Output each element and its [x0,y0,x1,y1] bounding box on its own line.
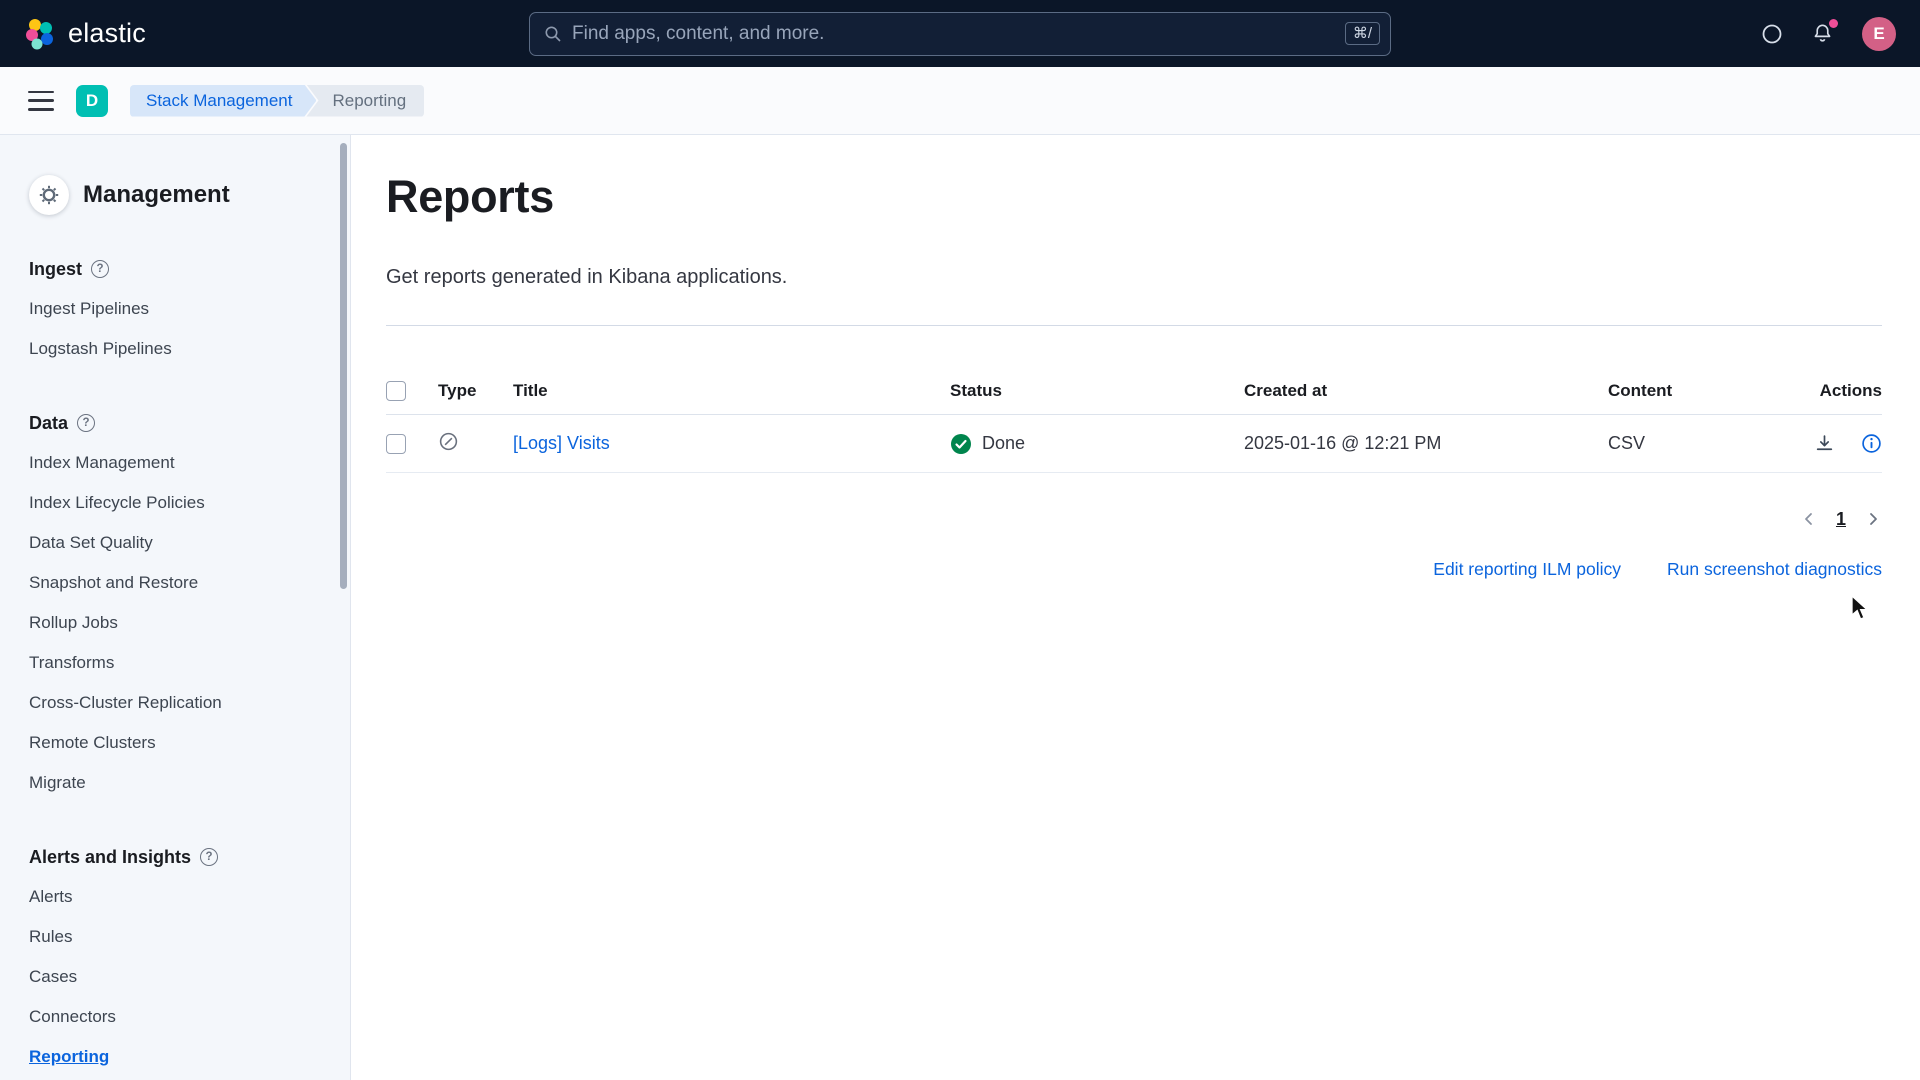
sidebar-item-cross-cluster-replication[interactable]: Cross-Cluster Replication [29,683,326,723]
divider [386,325,1882,326]
sidebar-item-ingest-pipelines[interactable]: Ingest Pipelines [29,289,326,329]
sidebar-item-reporting[interactable]: Reporting [29,1037,326,1077]
reports-page: Reports Get reports generated in Kibana … [351,135,1920,1080]
global-header: elastic ⌘/ E [0,0,1920,67]
sidebar-item-remote-clusters[interactable]: Remote Clusters [29,723,326,763]
search-shortcut-badge: ⌘/ [1345,22,1380,45]
column-header-status[interactable]: Status [950,381,1244,401]
sidebar-item-cases[interactable]: Cases [29,957,326,997]
next-page-icon[interactable] [1864,510,1882,528]
edit-ilm-policy-link[interactable]: Edit reporting ILM policy [1433,557,1621,581]
row-checkbox[interactable] [386,434,406,454]
info-icon[interactable] [1861,433,1882,454]
sidebar-item-data-set-quality[interactable]: Data Set Quality [29,523,326,563]
sidebar-item-index-management[interactable]: Index Management [29,443,326,483]
page-subtitle: Get reports generated in Kibana applicat… [386,265,1882,289]
sidebar-item-migrate[interactable]: Migrate [29,763,326,803]
home-link[interactable]: elastic [24,18,146,50]
column-header-actions: Actions [1798,381,1882,401]
pagination: 1 [386,501,1882,537]
reports-table: Type Title Status Created at Content Act… [386,367,1882,473]
previous-page-icon[interactable] [1800,510,1818,528]
help-icon[interactable]: ? [200,848,218,866]
help-icon[interactable]: ? [91,260,109,278]
breadcrumb-bar: D Stack Management Reporting [0,67,1920,135]
elastic-logo-icon [24,18,56,50]
sidebar-item-snapshot-and-restore[interactable]: Snapshot and Restore [29,563,326,603]
status-done-icon [950,433,972,455]
global-search[interactable]: ⌘/ [529,12,1391,56]
page-number-current[interactable]: 1 [1830,507,1852,532]
breadcrumb-stack-management[interactable]: Stack Management [130,85,316,117]
avatar[interactable]: E [1862,17,1896,51]
column-header-created-at[interactable]: Created at [1244,381,1608,401]
help-icon[interactable]: ? [77,414,95,432]
breadcrumb: Stack Management Reporting [130,85,424,117]
sidebar-item-rollup-jobs[interactable]: Rollup Jobs [29,603,326,643]
section-label-ingest: Ingest [29,259,82,280]
run-screenshot-diagnostics-link[interactable]: Run screenshot diagnostics [1667,557,1882,581]
page-title: Reports [386,175,1882,219]
section-label-data: Data [29,413,68,434]
column-header-type[interactable]: Type [438,381,513,401]
search-input[interactable] [572,23,1345,45]
management-app-icon [29,175,69,215]
sidebar-section-data: Data ? Index Management Index Lifecycle … [29,403,326,803]
sidebar-item-index-lifecycle-policies[interactable]: Index Lifecycle Policies [29,483,326,523]
header-actions: E [1761,17,1896,51]
sidebar-section-ingest: Ingest ? Ingest Pipelines Logstash Pipel… [29,249,326,369]
sidebar-item-rules[interactable]: Rules [29,917,326,957]
sidebar-header: Management [29,175,326,215]
brand-name: elastic [68,18,146,49]
notification-dot [1829,19,1838,28]
sidebar-item-alerts[interactable]: Alerts [29,877,326,917]
content-type-value: CSV [1608,433,1798,454]
sidebar-section-alerts-insights: Alerts and Insights ? Alerts Rules Cases… [29,837,326,1077]
table-footer-links: Edit reporting ILM policy Run screenshot… [386,557,1882,581]
status-text: Done [982,433,1025,454]
sidebar-item-logstash-pipelines[interactable]: Logstash Pipelines [29,329,326,369]
report-title-link[interactable]: [Logs] Visits [513,433,610,453]
table-header-row: Type Title Status Created at Content Act… [386,367,1882,415]
column-header-content[interactable]: Content [1608,381,1798,401]
download-icon[interactable] [1814,433,1835,454]
help-icon[interactable] [1761,23,1783,45]
space-badge[interactable]: D [76,85,108,117]
table-row: [Logs] Visits Done 2025-01-16 @ 12:21 PM… [386,415,1882,473]
sidebar-scrollbar[interactable] [340,143,347,589]
sidebar-item-transforms[interactable]: Transforms [29,643,326,683]
select-all-checkbox[interactable] [386,381,406,401]
section-label-alerts-insights: Alerts and Insights [29,847,191,868]
management-sidebar: Management Ingest ? Ingest Pipelines Log… [0,135,351,1080]
menu-icon[interactable] [28,91,54,111]
breadcrumb-reporting: Reporting [306,85,424,117]
notifications-bell-icon[interactable] [1811,22,1834,45]
gear-icon [39,185,59,205]
column-header-title[interactable]: Title [513,381,950,401]
created-at-value: 2025-01-16 @ 12:21 PM [1244,433,1608,454]
sidebar-title: Management [83,181,230,209]
search-icon [544,25,562,43]
sidebar-item-connectors[interactable]: Connectors [29,997,326,1037]
report-type-icon [438,431,459,452]
